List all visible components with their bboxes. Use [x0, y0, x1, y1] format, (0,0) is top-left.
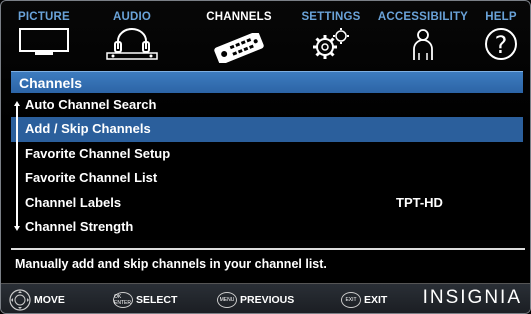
- tab-settings[interactable]: SETTINGS: [295, 1, 367, 67]
- menu-item-favorite-channel-setup[interactable]: Favorite Channel Setup: [11, 142, 523, 166]
- select-label: SELECT: [136, 293, 178, 306]
- menu-item-label: Favorite Channel List: [25, 170, 158, 186]
- help-description: Manually add and skip channels in your c…: [15, 257, 327, 271]
- scroll-track: [16, 105, 18, 227]
- menu-scrollbar[interactable]: [14, 101, 20, 231]
- menu-item-auto-channel-search[interactable]: Auto Channel Search: [11, 93, 523, 117]
- tab-help-label: HELP: [485, 11, 517, 23]
- dpad-icon: [9, 288, 31, 311]
- menu-button-icon: MENU: [217, 291, 237, 308]
- exit-hint: EXIT EXIT: [341, 284, 388, 313]
- menu-item-add-skip-channels[interactable]: Add / Skip Channels: [11, 117, 523, 142]
- person-icon: [413, 29, 433, 60]
- tab-accessibility[interactable]: ACCESSIBILITY: [373, 1, 473, 67]
- menu-tab-bar: PICTURE AUDIO CHANNELS SETTINGS ACCESSIB…: [1, 1, 530, 67]
- scroll-down-arrow-icon: [14, 226, 20, 231]
- svg-text:?: ?: [495, 31, 508, 59]
- tv-menu-screen: PICTURE AUDIO CHANNELS SETTINGS ACCESSIB…: [0, 0, 531, 314]
- tab-audio-label: AUDIO: [112, 11, 152, 23]
- exit-button-icon: EXIT: [341, 291, 361, 308]
- exit-label: EXIT: [364, 293, 388, 306]
- menu-item-channel-strength[interactable]: Channel Strength: [11, 215, 523, 239]
- move-hint: MOVE: [9, 284, 65, 313]
- gears-icon: [313, 28, 349, 59]
- menu-item-channel-labels[interactable]: Channel Labels TPT-HD: [11, 191, 523, 215]
- tab-picture-label: PICTURE: [18, 11, 70, 23]
- menu-item-value: TPT-HD: [396, 194, 443, 210]
- divider: [11, 248, 525, 250]
- tab-settings-label: SETTINGS: [301, 11, 361, 23]
- tab-picture[interactable]: PICTURE: [9, 1, 79, 67]
- menu-item-label: Favorite Channel Setup: [25, 145, 171, 161]
- menu-item-label: Add / Skip Channels: [25, 121, 151, 137]
- menu-list: Auto Channel Search Add / Skip Channels …: [11, 93, 523, 239]
- channels-menu-panel: Channels Auto Channel Search Add / Skip …: [11, 71, 523, 245]
- move-label: MOVE: [34, 293, 65, 306]
- insignia-logo: INSIGNIA: [422, 287, 522, 308]
- previous-label: PREVIOUS: [240, 293, 295, 306]
- previous-hint: MENU PREVIOUS: [217, 284, 295, 313]
- tab-accessibility-label: ACCESSIBILITY: [377, 11, 469, 23]
- tab-help[interactable]: HELP ?: [479, 1, 523, 67]
- menu-item-label: Channel Strength: [25, 218, 134, 234]
- tv-icon: [19, 28, 69, 55]
- question-icon: ?: [485, 28, 517, 60]
- headphones-icon: [106, 28, 158, 60]
- tab-audio[interactable]: AUDIO: [97, 1, 167, 67]
- menu-item-label: Auto Channel Search: [25, 97, 157, 112]
- remote-icon: [214, 33, 264, 63]
- select-hint: OK ENTER SELECT: [113, 284, 178, 313]
- menu-item-favorite-channel-list[interactable]: Favorite Channel List: [11, 166, 523, 190]
- panel-title: Channels: [11, 71, 523, 93]
- button-hint-bar: MOVE OK ENTER SELECT MENU PREVIOUS EXIT …: [1, 283, 530, 313]
- tab-channels[interactable]: CHANNELS: [199, 1, 279, 67]
- ok-enter-button-icon: OK ENTER: [113, 291, 133, 308]
- menu-item-label: Channel Labels: [25, 194, 122, 210]
- tab-channels-label: CHANNELS: [206, 11, 272, 23]
